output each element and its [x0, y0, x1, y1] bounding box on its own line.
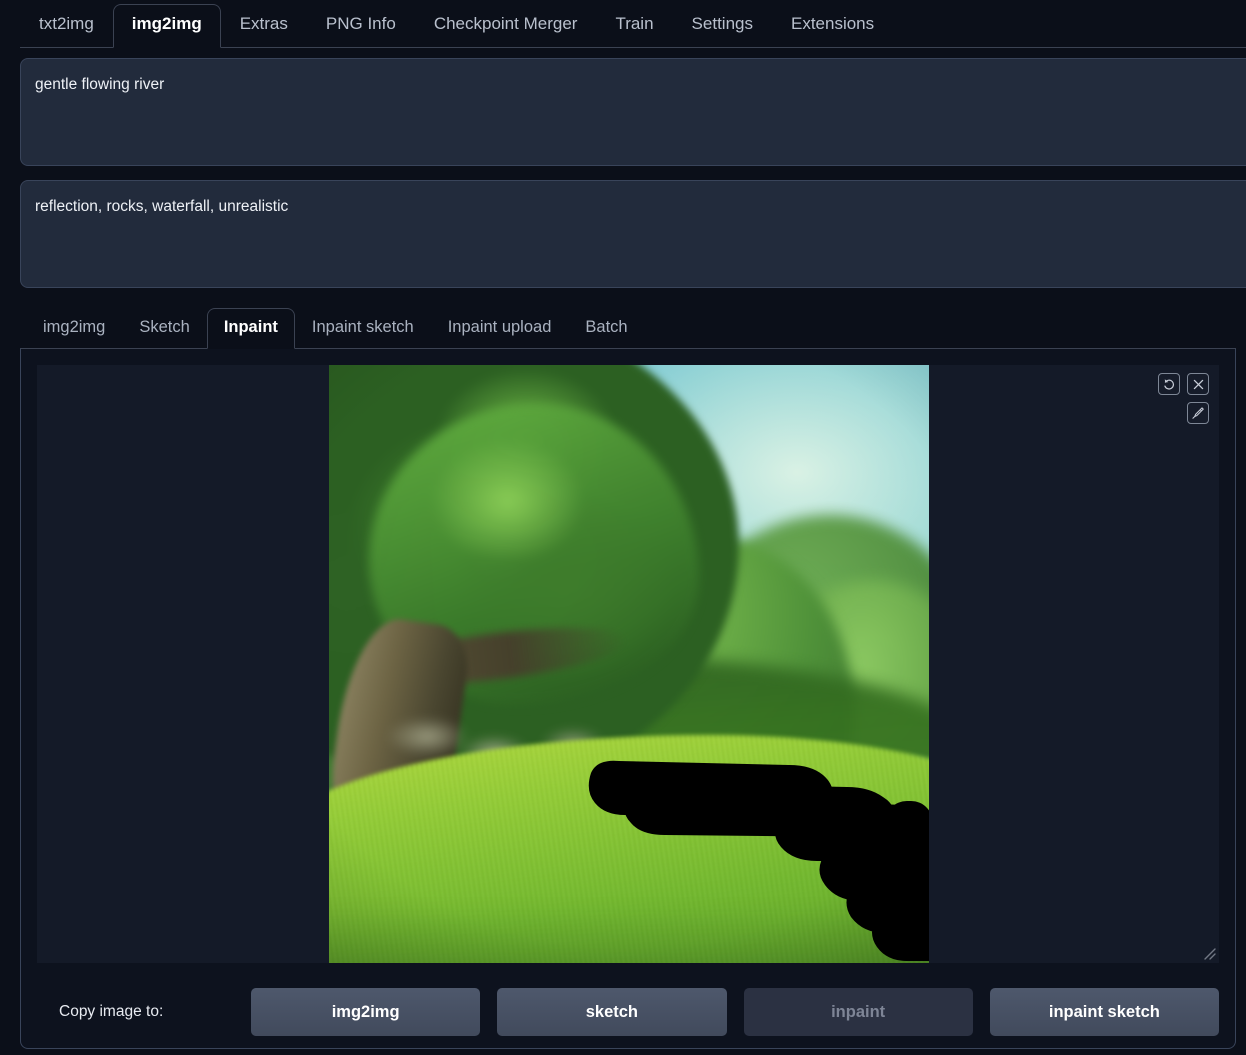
copy-image-to-label: Copy image to:: [37, 1003, 251, 1021]
subtab-inpaint-sketch[interactable]: Inpaint sketch: [295, 308, 431, 349]
tab-settings[interactable]: Settings: [673, 4, 772, 48]
positive-prompt-input[interactable]: gentle flowing river: [20, 58, 1246, 166]
subtab-img2img[interactable]: img2img: [26, 308, 122, 349]
main-tab-bar: txt2img img2img Extras PNG Info Checkpoi…: [0, 0, 1246, 48]
copy-image-to-row: Copy image to: img2img sketch inpaint in…: [37, 988, 1219, 1036]
copy-to-img2img-button[interactable]: img2img: [251, 988, 480, 1036]
undo-icon: [1163, 378, 1176, 391]
subtab-batch[interactable]: Batch: [568, 308, 644, 349]
subtab-inpaint-upload[interactable]: Inpaint upload: [431, 308, 569, 349]
source-image[interactable]: [329, 365, 929, 963]
tab-checkpoint-merger[interactable]: Checkpoint Merger: [415, 4, 597, 48]
inpaint-panel: Copy image to: img2img sketch inpaint in…: [20, 349, 1236, 1049]
copy-to-inpaint-button: inpaint: [744, 988, 973, 1036]
subtab-sketch[interactable]: Sketch: [122, 308, 206, 349]
brush-button[interactable]: [1187, 402, 1209, 424]
prompt-area: gentle flowing river reflection, rocks, …: [0, 58, 1246, 288]
subtab-inpaint[interactable]: Inpaint: [207, 308, 295, 349]
copy-to-sketch-button[interactable]: sketch: [497, 988, 726, 1036]
copy-image-to-buttons: img2img sketch inpaint inpaint sketch: [251, 988, 1219, 1036]
copy-to-inpaint-sketch-button[interactable]: inpaint sketch: [990, 988, 1219, 1036]
resize-handle-icon[interactable]: [1201, 945, 1217, 961]
inpaint-canvas[interactable]: [37, 365, 1219, 963]
negative-prompt-input[interactable]: reflection, rocks, waterfall, unrealisti…: [20, 180, 1246, 288]
canvas-tool-buttons: [1158, 373, 1209, 424]
tab-png-info[interactable]: PNG Info: [307, 4, 415, 48]
tab-extensions[interactable]: Extensions: [772, 4, 893, 48]
brush-icon: [1191, 406, 1205, 420]
image-vignette: [329, 365, 929, 963]
close-button[interactable]: [1187, 373, 1209, 395]
tab-extras[interactable]: Extras: [221, 4, 307, 48]
img2img-mode-tab-bar: img2img Sketch Inpaint Inpaint sketch In…: [0, 304, 1246, 349]
tab-train[interactable]: Train: [596, 4, 672, 48]
close-icon: [1192, 378, 1205, 391]
undo-button[interactable]: [1158, 373, 1180, 395]
tab-txt2img[interactable]: txt2img: [20, 4, 113, 48]
tab-img2img[interactable]: img2img: [113, 4, 221, 48]
